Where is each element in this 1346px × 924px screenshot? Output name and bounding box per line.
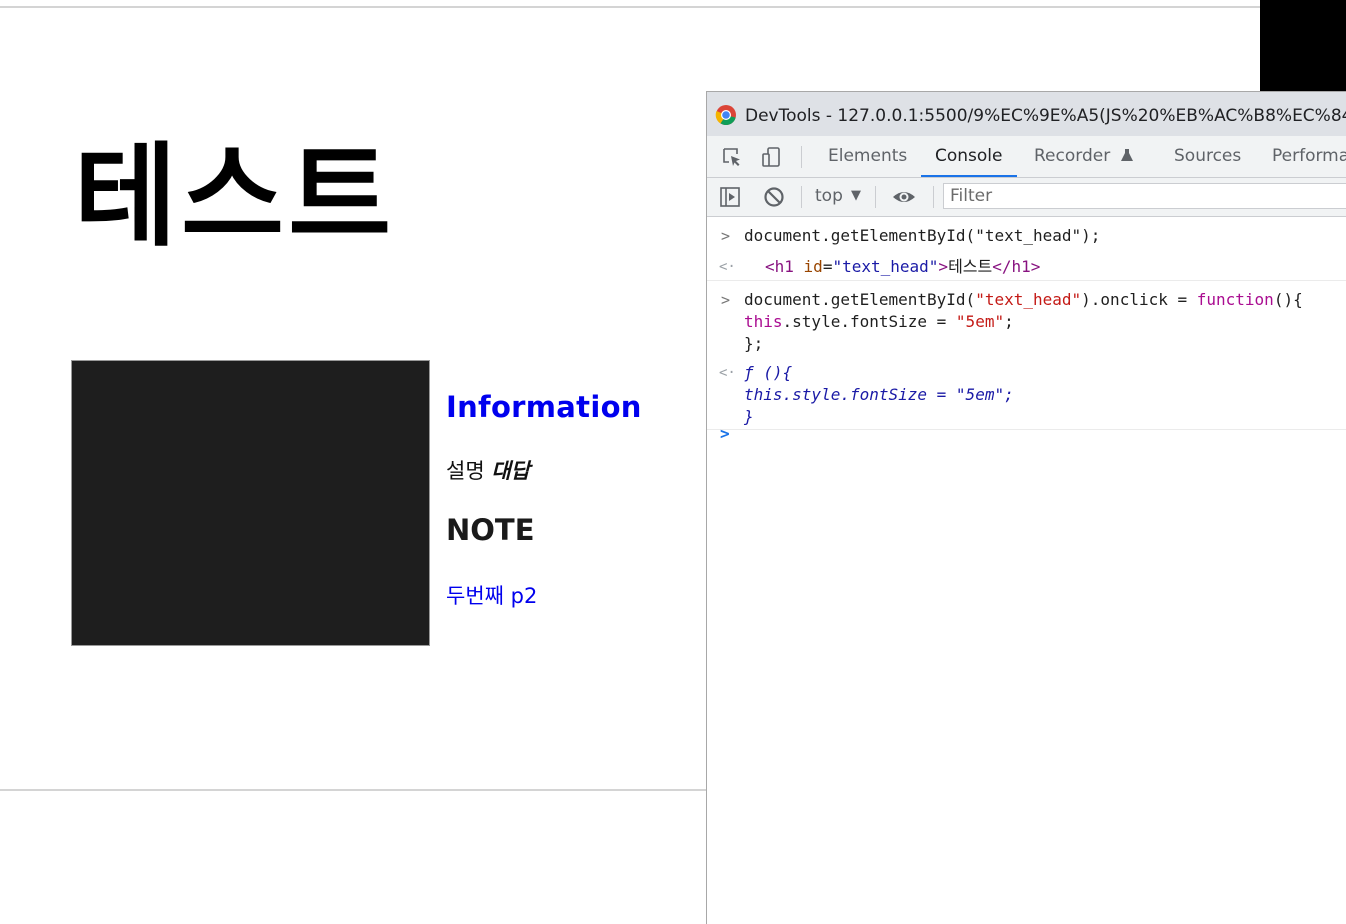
dropdown-arrow-icon[interactable]: ▼ [851,188,861,203]
filter-input[interactable] [943,183,1346,209]
chrome-logo-icon [715,105,736,126]
return-arrow-icon: <· [719,365,736,381]
device-toolbar-icon[interactable] [760,146,782,168]
command-text: document.getElementById("text_head").onc… [744,290,1303,309]
tab-recorder[interactable]: Recorder [1020,136,1148,175]
horizontal-rule-top [0,6,1262,8]
flask-icon [1120,149,1133,161]
tabbar-divider [801,146,802,168]
result-function: } [744,407,754,426]
sidebar-toggle-icon[interactable] [719,186,741,208]
console-output: > document.getElementById("text_head"); … [707,217,1346,924]
devtools-titlebar: DevTools - 127.0.0.1:5500/9%EC%9E%A5(JS%… [707,92,1346,136]
console-row-divider [707,280,1346,281]
devtools-title: DevTools - 127.0.0.1:5500/9%EC%9E%A5(JS%… [745,106,1346,126]
tab-console[interactable]: Console [921,136,1017,177]
console-prompt-icon[interactable]: > [720,423,730,445]
tab-performance[interactable]: Performance [1258,136,1346,175]
devtools-window: DevTools - 127.0.0.1:5500/9%EC%9E%A5(JS%… [706,91,1346,924]
black-block [1260,0,1346,91]
tab-sources[interactable]: Sources [1160,136,1255,175]
prompt-chevron-icon: > [721,291,731,309]
toolbar-divider-3 [933,186,934,208]
information-heading: Information [446,390,642,424]
command-text: this.style.fontSize = "5em"; [744,312,1014,331]
devtools-tabbar: Elements Console Recorder Sources Perfor… [707,136,1346,178]
prompt-chevron-icon: > [721,227,731,245]
description-label: 설명 [446,459,485,483]
console-row-divider [707,429,1346,430]
result-element-node[interactable]: <h1 id="text_head">테스트</h1> [765,256,1040,278]
page-heading[interactable]: 테스트 [74,130,395,264]
command-text: }; [744,334,764,353]
horizontal-rule-bottom [0,789,708,791]
toolbar-divider-1 [801,186,802,208]
description-emphasis: 대답 [491,459,530,483]
context-selector[interactable]: top [815,186,843,206]
command-text: document.getElementById("text_head"); [744,226,1101,245]
description-paragraph: 설명 대답 [446,455,530,485]
return-arrow-icon: <· [719,259,736,275]
eye-icon[interactable] [892,186,916,208]
dark-image [71,360,430,646]
inspect-element-icon[interactable] [721,146,743,168]
note-heading: NOTE [446,513,535,547]
tab-elements[interactable]: Elements [814,136,921,175]
tab-recorder-label: Recorder [1034,146,1111,166]
result-function: ƒ (){ [744,363,793,382]
second-paragraph: 두번째 p2 [446,584,538,608]
result-function: this.style.fontSize = "5em"; [744,385,1014,404]
toolbar-divider-2 [875,186,876,208]
clear-console-icon[interactable] [763,186,785,208]
console-toolbar: top ▼ [707,178,1346,217]
